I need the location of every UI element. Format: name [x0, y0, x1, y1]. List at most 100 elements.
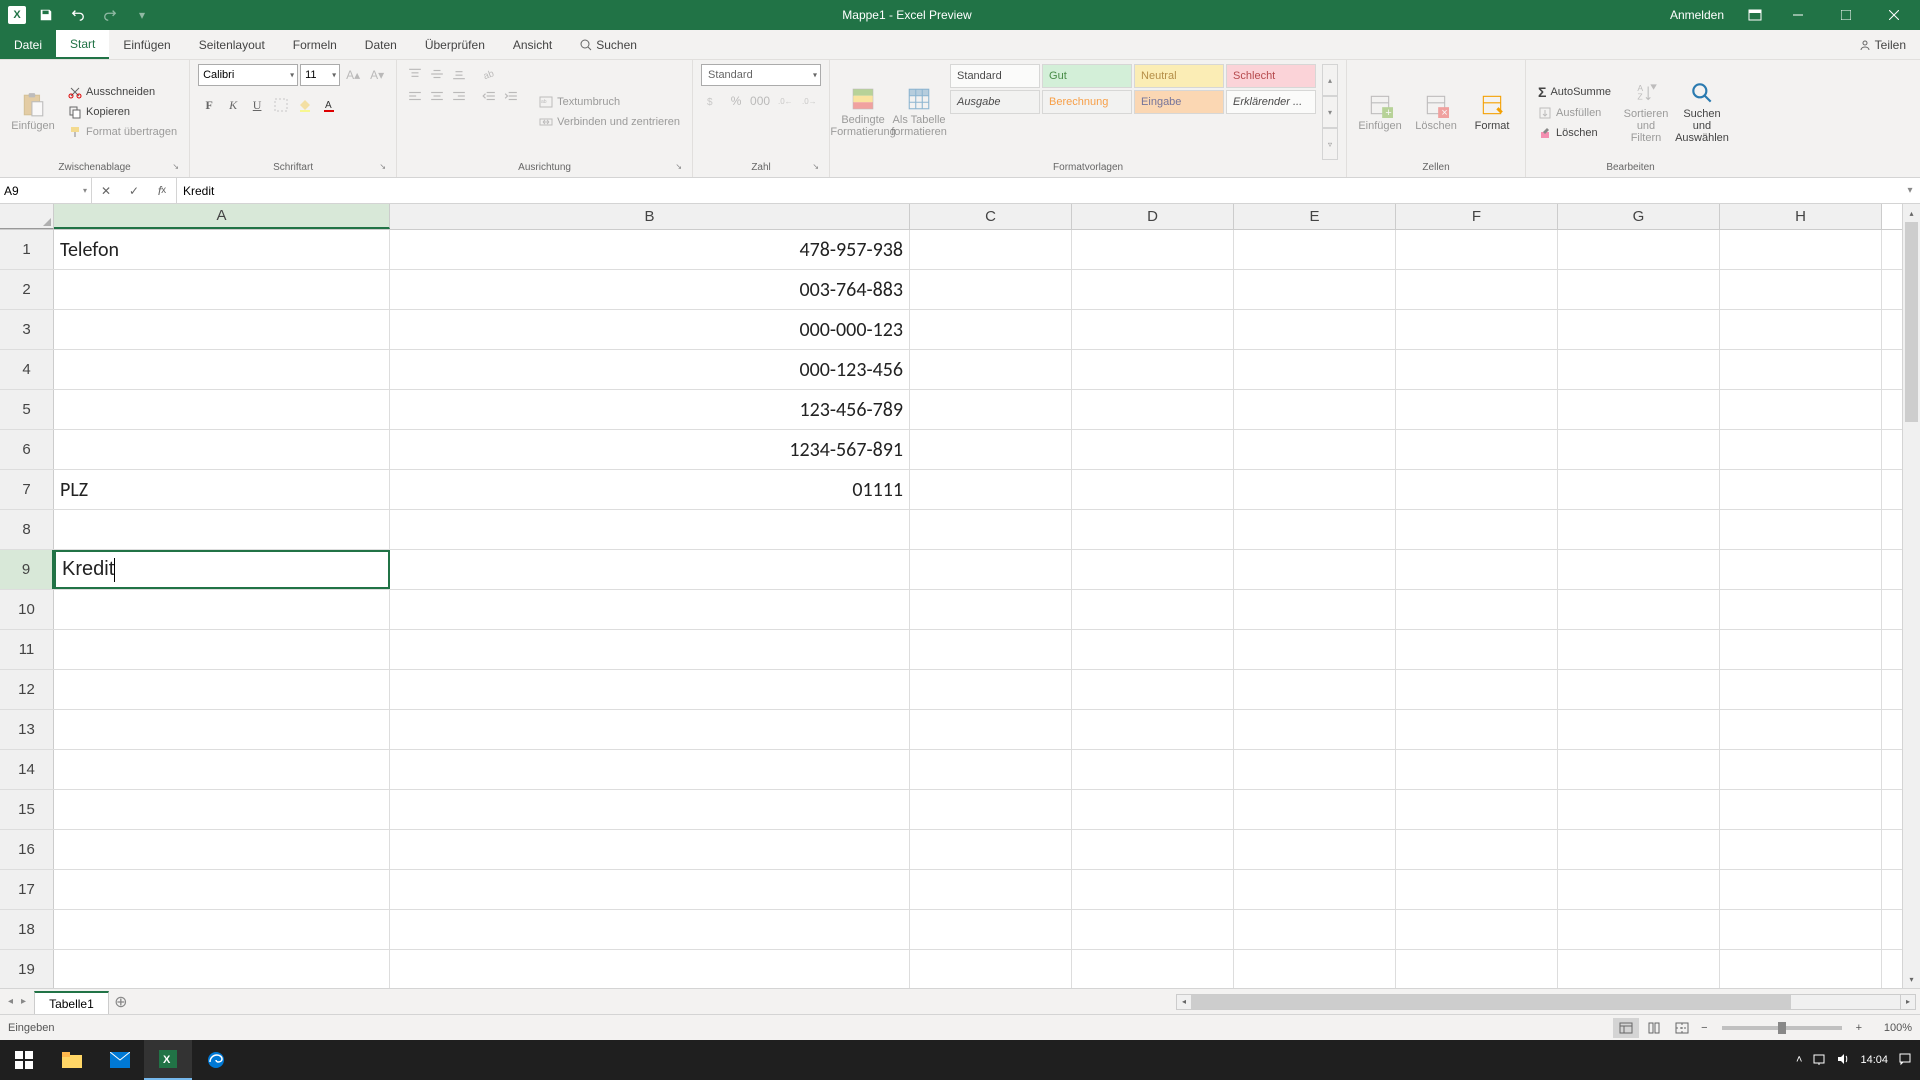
cell-B15[interactable] [390, 790, 910, 829]
thousands-button[interactable]: 000 [749, 90, 771, 112]
style-gut[interactable]: Gut [1042, 64, 1132, 88]
cell-E6[interactable] [1234, 430, 1396, 469]
cell-D6[interactable] [1072, 430, 1234, 469]
page-layout-view-button[interactable] [1641, 1018, 1667, 1038]
cell-H13[interactable] [1720, 710, 1882, 749]
cell-B7[interactable]: 01111 [390, 470, 910, 509]
number-format-select[interactable] [701, 64, 821, 86]
italic-button[interactable]: K [222, 94, 244, 116]
cell-C2[interactable] [910, 270, 1072, 309]
cell-C13[interactable] [910, 710, 1072, 749]
cell-F13[interactable] [1396, 710, 1558, 749]
cell-A13[interactable] [54, 710, 390, 749]
cell-F8[interactable] [1396, 510, 1558, 549]
undo-icon[interactable] [66, 3, 90, 27]
horizontal-scrollbar[interactable] [1176, 994, 1916, 1010]
style-eingabe[interactable]: Eingabe [1134, 90, 1224, 114]
cell-A16[interactable] [54, 830, 390, 869]
zoom-slider[interactable] [1722, 1026, 1842, 1030]
zoom-in-button[interactable]: + [1852, 1022, 1866, 1034]
cell-D18[interactable] [1072, 910, 1234, 949]
style-standard[interactable]: Standard [950, 64, 1040, 88]
insert-cells-button[interactable]: +Einfügen [1355, 64, 1405, 160]
cell-D16[interactable] [1072, 830, 1234, 869]
row-header-7[interactable]: 7 [0, 470, 54, 509]
cell-E13[interactable] [1234, 710, 1396, 749]
cell-G6[interactable] [1558, 430, 1720, 469]
cell-G15[interactable] [1558, 790, 1720, 829]
start-button[interactable] [0, 1040, 48, 1080]
align-middle-button[interactable] [427, 64, 447, 84]
cell-C5[interactable] [910, 390, 1072, 429]
cell-F1[interactable] [1396, 230, 1558, 269]
font-name-input[interactable] [198, 64, 298, 86]
cell-H2[interactable] [1720, 270, 1882, 309]
cell-B14[interactable] [390, 750, 910, 789]
styles-scroll-up[interactable]: ▴ [1322, 64, 1338, 96]
cell-G11[interactable] [1558, 630, 1720, 669]
cell-A6[interactable] [54, 430, 390, 469]
underline-button[interactable]: U [246, 94, 268, 116]
align-right-button[interactable] [449, 86, 469, 106]
add-sheet-button[interactable]: ⊕ [109, 989, 133, 1014]
cell-D4[interactable] [1072, 350, 1234, 389]
cell-D11[interactable] [1072, 630, 1234, 669]
cell-C10[interactable] [910, 590, 1072, 629]
cell-E4[interactable] [1234, 350, 1396, 389]
cell-B16[interactable] [390, 830, 910, 869]
cell-B4[interactable]: 000-123-456 [390, 350, 910, 389]
cell-E7[interactable] [1234, 470, 1396, 509]
tab-ueberpruefen[interactable]: Überprüfen [411, 30, 499, 59]
cell-E12[interactable] [1234, 670, 1396, 709]
row-header-12[interactable]: 12 [0, 670, 54, 709]
cell-C4[interactable] [910, 350, 1072, 389]
cell-A2[interactable] [54, 270, 390, 309]
cell-H4[interactable] [1720, 350, 1882, 389]
sort-filter-button[interactable]: AZSortieren und Filtern [1621, 64, 1671, 160]
cell-G16[interactable] [1558, 830, 1720, 869]
save-icon[interactable] [34, 3, 58, 27]
cell-D3[interactable] [1072, 310, 1234, 349]
tray-network-icon[interactable] [1812, 1052, 1826, 1069]
row-header-1[interactable]: 1 [0, 230, 54, 269]
orientation-button[interactable]: ab [479, 64, 499, 84]
cell-B6[interactable]: 1234-567-891 [390, 430, 910, 469]
cell-E9[interactable] [1234, 550, 1396, 589]
cell-F17[interactable] [1396, 870, 1558, 909]
format-cells-button[interactable]: Format [1467, 64, 1517, 160]
col-header-H[interactable]: H [1720, 204, 1882, 229]
cell-H6[interactable] [1720, 430, 1882, 469]
cell-D9[interactable] [1072, 550, 1234, 589]
cell-F7[interactable] [1396, 470, 1558, 509]
formula-input[interactable]: Kredit [177, 178, 1900, 203]
cell-E2[interactable] [1234, 270, 1396, 309]
autosum-button[interactable]: ΣAutoSumme [1534, 82, 1615, 102]
align-center-button[interactable] [427, 86, 447, 106]
cell-G10[interactable] [1558, 590, 1720, 629]
cell-C19[interactable] [910, 950, 1072, 988]
cell-H11[interactable] [1720, 630, 1882, 669]
row-header-19[interactable]: 19 [0, 950, 54, 988]
cell-A8[interactable] [54, 510, 390, 549]
cell-D14[interactable] [1072, 750, 1234, 789]
font-size-input[interactable] [300, 64, 340, 86]
cell-H19[interactable] [1720, 950, 1882, 988]
cell-B10[interactable] [390, 590, 910, 629]
cell-E10[interactable] [1234, 590, 1396, 629]
cell-E15[interactable] [1234, 790, 1396, 829]
cell-D13[interactable] [1072, 710, 1234, 749]
minimize-button[interactable] [1776, 0, 1820, 30]
confirm-edit-button[interactable]: ✓ [120, 178, 148, 203]
cell-C6[interactable] [910, 430, 1072, 469]
increase-indent-button[interactable] [501, 86, 521, 106]
row-header-2[interactable]: 2 [0, 270, 54, 309]
cell-D12[interactable] [1072, 670, 1234, 709]
col-header-F[interactable]: F [1396, 204, 1558, 229]
cell-E16[interactable] [1234, 830, 1396, 869]
decrease-indent-button[interactable] [479, 86, 499, 106]
cell-F9[interactable] [1396, 550, 1558, 589]
wrap-text-button[interactable]: abTextumbruch [535, 93, 684, 111]
cell-E11[interactable] [1234, 630, 1396, 669]
cell-C9[interactable] [910, 550, 1072, 589]
cell-B13[interactable] [390, 710, 910, 749]
